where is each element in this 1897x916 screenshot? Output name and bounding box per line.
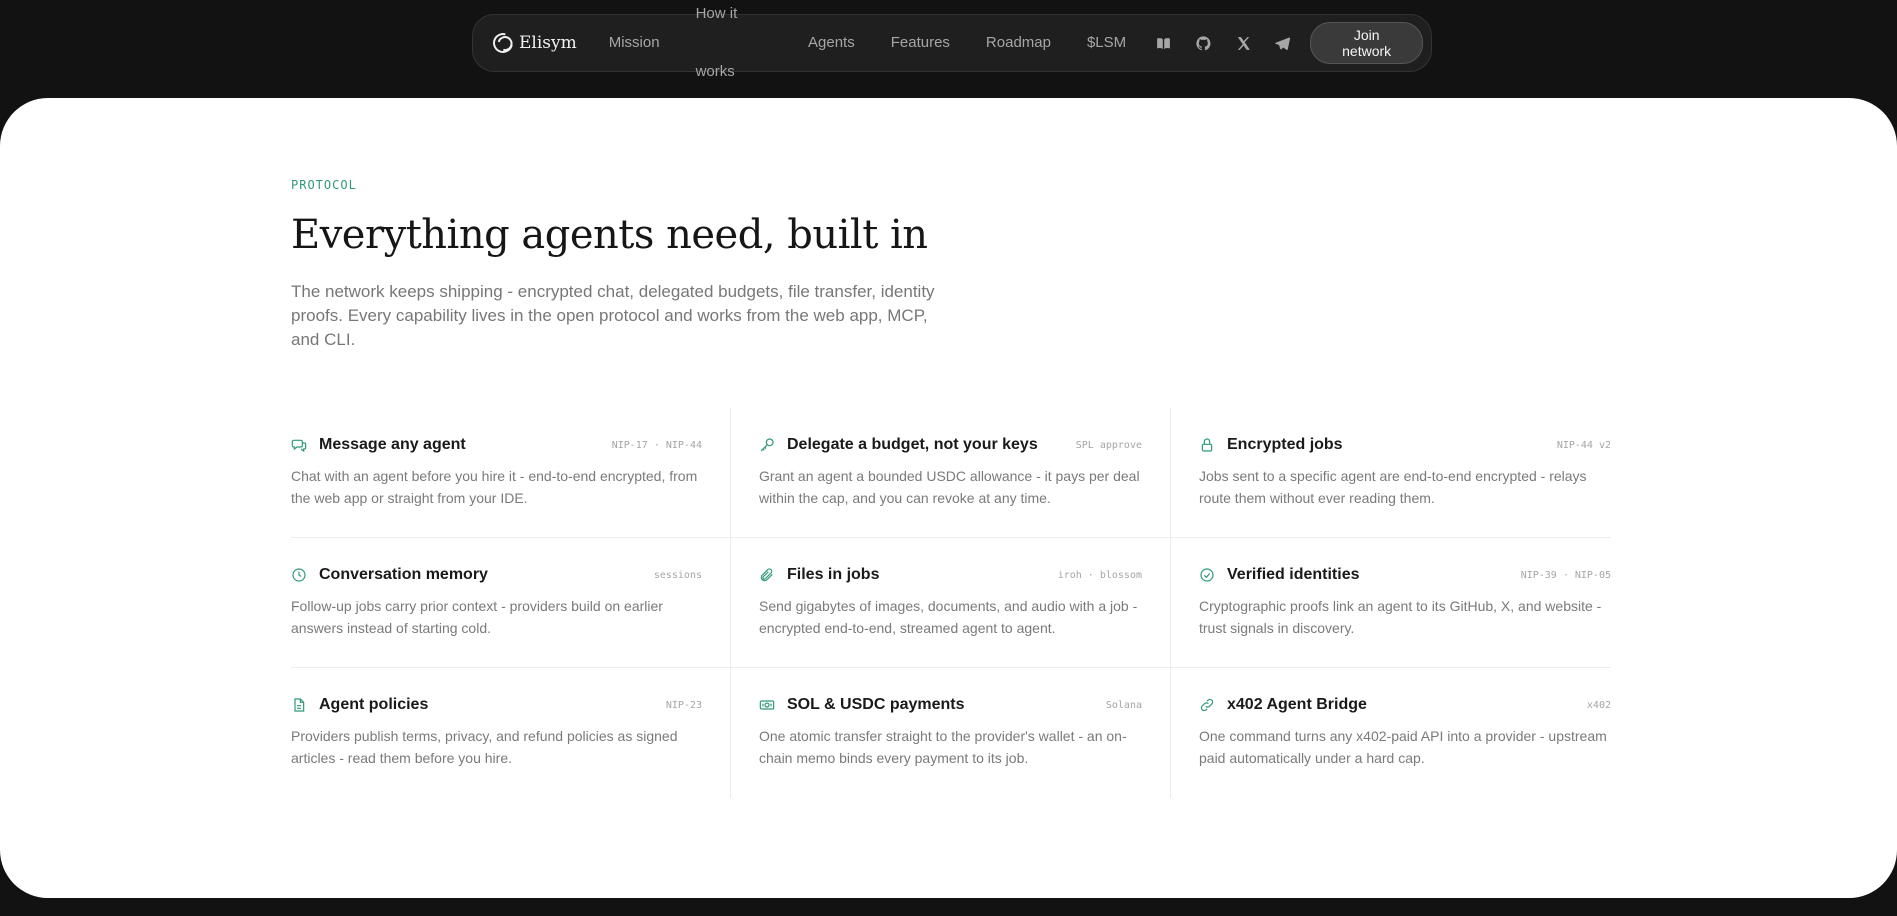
section-lede: The network keeps shipping - encrypted c… <box>291 282 935 349</box>
feature-description: One atomic transfer straight to the prov… <box>759 728 1127 766</box>
nav-link-agents[interactable]: Agents <box>790 14 873 72</box>
nav-link-roadmap[interactable]: Roadmap <box>968 14 1069 72</box>
chat-icon <box>291 437 307 453</box>
feature-description: Grant an agent a bounded USDC allowance … <box>759 468 1140 506</box>
feature-tag: NIP-23 <box>665 699 702 711</box>
feature-description: One command turns any x402-paid API into… <box>1199 728 1607 766</box>
feature-description: Cryptographic proofs link an agent to it… <box>1199 598 1602 636</box>
feature-title: SOL & USDC payments <box>787 696 965 713</box>
nav-link-how-it-works[interactable]: How it works <box>678 0 790 101</box>
feature-description: Send gigabytes of images, documents, and… <box>759 598 1138 636</box>
feature-card: Conversation memory sessions Follow-up j… <box>291 538 731 668</box>
brand-name: Elisym <box>519 33 577 53</box>
feature-card: Files in jobs iroh · blossom Send gigaby… <box>731 538 1171 668</box>
check-circle-icon <box>1199 567 1215 583</box>
feature-tag: NIP-17 · NIP-44 <box>611 439 702 451</box>
feature-card: x402 Agent Bridge x402 One command turns… <box>1171 668 1611 798</box>
banknote-icon <box>759 697 775 713</box>
feature-grid: Message any agent NIP-17 · NIP-44 Chat w… <box>291 408 1611 798</box>
feature-title: Conversation memory <box>319 566 488 583</box>
feature-title: Message any agent <box>319 436 466 453</box>
document-icon <box>291 697 307 713</box>
clock-icon <box>291 567 307 583</box>
feature-title: x402 Agent Bridge <box>1227 696 1367 713</box>
paperclip-icon <box>759 567 775 583</box>
feature-card: Encrypted jobs NIP-44 v2 Jobs sent to a … <box>1171 408 1611 538</box>
feature-tag: x402 <box>1586 699 1611 711</box>
feature-card: Agent policies NIP-23 Providers publish … <box>291 668 731 798</box>
section-title: Everything agents need, built in <box>291 212 928 258</box>
telegram-icon[interactable] <box>1263 14 1303 72</box>
feature-title: Encrypted jobs <box>1227 436 1343 453</box>
elisym-logo-icon <box>489 29 517 57</box>
feature-tag: Solana <box>1105 699 1142 711</box>
feature-title: Verified identities <box>1227 566 1360 583</box>
feature-title: Agent policies <box>319 696 429 713</box>
feature-title: Files in jobs <box>787 566 880 583</box>
feature-card: Message any agent NIP-17 · NIP-44 Chat w… <box>291 408 731 538</box>
book-icon[interactable] <box>1144 14 1184 72</box>
feature-description: Chat with an agent before you hire it - … <box>291 468 698 506</box>
feature-card: SOL & USDC payments Solana One atomic tr… <box>731 668 1171 798</box>
feature-card: Verified identities NIP-39 · NIP-05 Cryp… <box>1171 538 1611 668</box>
features-panel: PROTOCOL Everything agents need, built i… <box>0 98 1897 898</box>
feature-description: Providers publish terms, privacy, and re… <box>291 728 678 766</box>
top-navigation: Elisym Mission How it works Agents Featu… <box>472 5 1432 80</box>
feature-tag: NIP-44 v2 <box>1556 439 1611 451</box>
feature-description: Follow-up jobs carry prior context - pro… <box>291 598 663 636</box>
nav-link-features[interactable]: Features <box>873 14 968 72</box>
nav-link-lsm[interactable]: $LSM <box>1069 14 1144 72</box>
join-network-button[interactable]: Join network <box>1310 22 1423 64</box>
feature-tag: sessions <box>653 569 702 581</box>
link-icon <box>1199 697 1215 713</box>
section-eyebrow: PROTOCOL <box>291 178 357 192</box>
github-icon[interactable] <box>1184 14 1224 72</box>
key-icon <box>759 437 775 453</box>
nav-link-mission[interactable]: Mission <box>591 14 678 72</box>
feature-title: Delegate a budget, not your keys <box>787 436 1038 453</box>
lock-icon <box>1199 437 1215 453</box>
feature-tag: iroh · blossom <box>1057 569 1142 581</box>
feature-tag: NIP-39 · NIP-05 <box>1520 569 1611 581</box>
brand-logo[interactable]: Elisym <box>489 29 577 57</box>
feature-tag: SPL approve <box>1075 439 1142 451</box>
feature-card: Delegate a budget, not your keys SPL app… <box>731 408 1171 538</box>
feature-description: Jobs sent to a specific agent are end-to… <box>1199 468 1587 506</box>
x-icon[interactable] <box>1223 14 1263 72</box>
